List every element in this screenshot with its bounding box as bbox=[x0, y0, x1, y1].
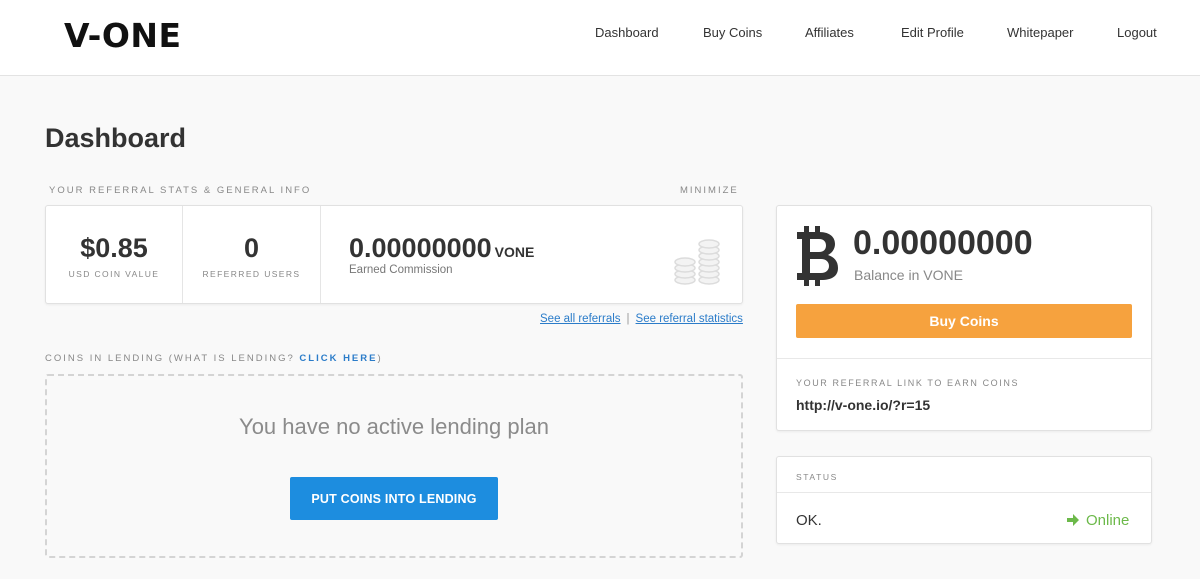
commission-value: 0.00000000 bbox=[349, 233, 492, 263]
referral-link-value[interactable]: http://v-one.io/?r=15 bbox=[796, 397, 930, 413]
referral-stats-card: $0.85 USD COIN VALUE 0 REFERRED USERS 0.… bbox=[45, 205, 743, 304]
nav-whitepaper[interactable]: Whitepaper bbox=[1007, 25, 1073, 40]
divider bbox=[777, 492, 1151, 493]
online-status-text: Online bbox=[1086, 512, 1130, 529]
referred-users-label: REFERRED USERS bbox=[202, 269, 301, 279]
balance-card: 0.00000000 Balance in VONE Buy Coins YOU… bbox=[776, 205, 1152, 431]
commission-amount: 0.00000000 VONE bbox=[349, 233, 534, 264]
nav-logout[interactable]: Logout bbox=[1117, 25, 1157, 40]
divider bbox=[777, 358, 1151, 359]
commission-label: Earned Commission bbox=[349, 264, 453, 276]
coin-value: $0.85 bbox=[80, 233, 148, 263]
balance-label: Balance in VONE bbox=[854, 267, 963, 283]
top-navbar: V-ONE Dashboard Buy Coins Affiliates Edi… bbox=[0, 0, 1200, 76]
see-all-referrals-link[interactable]: See all referrals bbox=[540, 313, 621, 325]
referred-users-cell: 0 REFERRED USERS bbox=[183, 206, 321, 303]
lending-label-prefix: COINS IN LENDING (WHAT IS LENDING? bbox=[45, 353, 295, 364]
buy-coins-button[interactable]: Buy Coins bbox=[796, 304, 1132, 338]
lending-label-suffix: ) bbox=[377, 353, 383, 364]
lending-click-here-link[interactable]: CLICK HERE bbox=[299, 353, 377, 364]
link-separator: | bbox=[626, 313, 630, 325]
online-indicator: Online bbox=[1067, 512, 1129, 529]
nav-edit-profile[interactable]: Edit Profile bbox=[901, 25, 964, 40]
nav-affiliates[interactable]: Affiliates bbox=[805, 25, 854, 40]
nav-dashboard[interactable]: Dashboard bbox=[595, 25, 659, 40]
minimize-button[interactable]: MINIMIZE bbox=[680, 185, 739, 196]
commission-cell: 0.00000000 VONE Earned Commission bbox=[321, 206, 742, 303]
nav-buy-coins[interactable]: Buy Coins bbox=[703, 25, 762, 40]
put-coins-into-lending-button[interactable]: PUT COINS INTO LENDING bbox=[290, 477, 498, 520]
balance-amount: 0.00000000 bbox=[853, 224, 1033, 262]
main-nav: Dashboard Buy Coins Affiliates Edit Prof… bbox=[0, 25, 1200, 45]
referral-links: See all referrals | See referral statistic… bbox=[540, 313, 743, 325]
lending-section-label: COINS IN LENDING (WHAT IS LENDING? CLICK… bbox=[45, 353, 383, 364]
lending-panel: You have no active lending plan PUT COIN… bbox=[45, 374, 743, 558]
referral-link-label: YOUR REFERRAL LINK TO EARN COINS bbox=[796, 378, 1020, 388]
coin-value-cell: $0.85 USD COIN VALUE bbox=[46, 206, 183, 303]
referred-users-count: 0 bbox=[243, 233, 260, 263]
coin-stack-icon bbox=[674, 239, 720, 285]
no-lending-message: You have no active lending plan bbox=[239, 414, 549, 439]
status-text: OK. bbox=[796, 512, 822, 529]
commission-unit: VONE bbox=[494, 244, 535, 260]
page-title: Dashboard bbox=[45, 123, 187, 153]
coin-value-label: USD COIN VALUE bbox=[68, 269, 160, 279]
status-card: STATUS OK. Online bbox=[776, 456, 1152, 544]
bitcoin-icon bbox=[797, 226, 838, 286]
referral-section-label: YOUR REFERRAL STATS & GENERAL INFO bbox=[49, 185, 312, 196]
status-label: STATUS bbox=[796, 472, 838, 482]
see-referral-statistics-link[interactable]: See referral statistics bbox=[636, 313, 743, 325]
arrow-right-icon bbox=[1067, 514, 1079, 526]
